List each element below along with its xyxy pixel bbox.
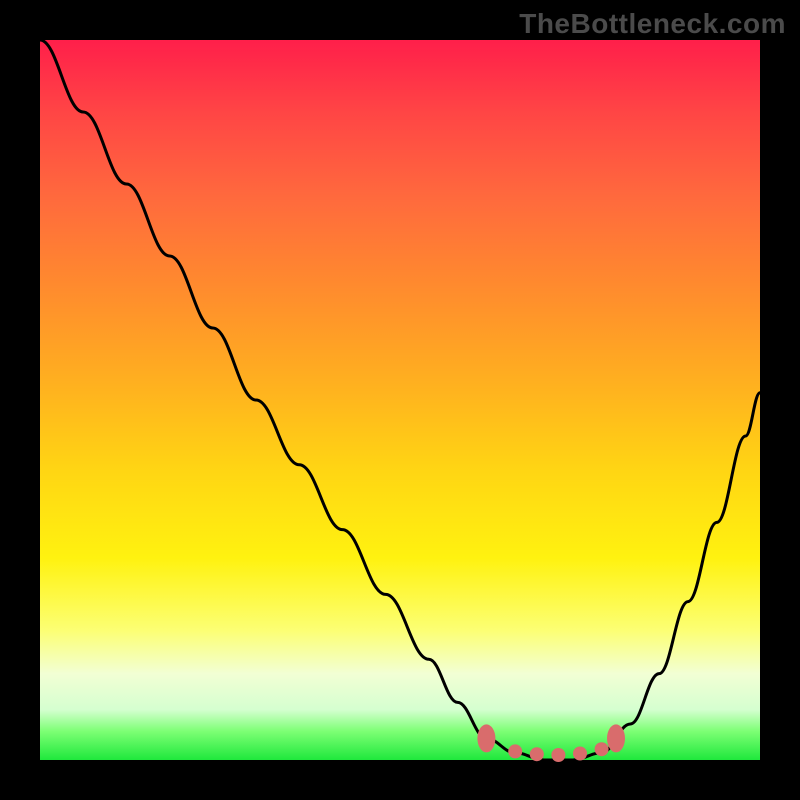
optimal-range-right xyxy=(607,724,625,752)
optimal-dot-2 xyxy=(530,747,544,761)
chart-frame: TheBottleneck.com xyxy=(0,0,800,800)
plot-area xyxy=(40,40,760,760)
optimal-dot-5 xyxy=(595,742,609,756)
optimal-dot-3 xyxy=(551,748,565,762)
optimal-dot-4 xyxy=(573,747,587,761)
watermark-text: TheBottleneck.com xyxy=(519,8,786,40)
optimal-dot-1 xyxy=(508,744,522,758)
curve-layer xyxy=(40,40,760,760)
optimal-range-left xyxy=(477,724,495,752)
bottleneck-curve xyxy=(40,40,760,760)
